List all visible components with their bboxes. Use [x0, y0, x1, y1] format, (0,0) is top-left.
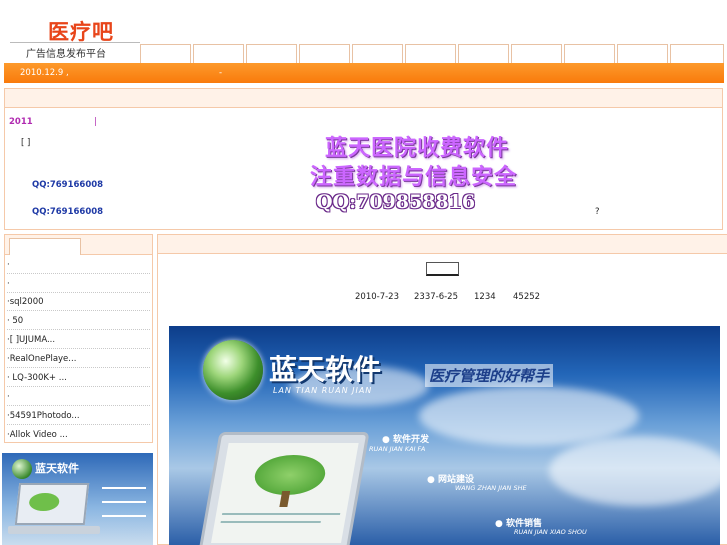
sidebar-tab[interactable] — [9, 238, 81, 255]
info-panel-header — [5, 89, 722, 108]
info-panel: 2011 | [ ] QQ:769166008 QQ:769166008 ? 蓝… — [4, 88, 723, 230]
service-website-pinyin: WANG ZHAN JIAN SHE — [455, 484, 527, 492]
info-question-mark: ? — [595, 207, 600, 217]
service-software-sales-pinyin: RUAN JIAN XIAO SHOU — [514, 528, 587, 536]
ad-headline[interactable]: 蓝天医院收费软件 — [325, 130, 509, 162]
laptop-screen — [14, 483, 90, 525]
info-year[interactable]: 2011 — [9, 117, 33, 127]
banner-brand: 蓝天软件 — [269, 353, 382, 386]
nav-tab-1[interactable] — [140, 44, 191, 63]
list-item[interactable]: · — [7, 255, 150, 274]
thumb-divider — [102, 515, 146, 517]
service-software-dev: ● 软件开发 — [382, 435, 429, 445]
info-bracket: [ ] — [21, 138, 31, 148]
nav-tab-5[interactable] — [352, 44, 403, 63]
nav-tab-10[interactable] — [617, 44, 668, 63]
cloud — [549, 436, 720, 506]
list-item[interactable]: · — [7, 387, 150, 406]
cloud — [419, 386, 639, 446]
nav-tab-6[interactable] — [405, 44, 456, 63]
stat-date-2: 2337-6-25 — [414, 292, 458, 302]
sidebar-header — [5, 235, 152, 255]
service-software-dev-pinyin: RUAN JIAN KAI FA — [369, 445, 426, 453]
globe-icon — [12, 459, 32, 479]
nav-tab-7[interactable] — [458, 44, 509, 63]
site-logo[interactable]: 医疗吧 广告信息发布平台 — [4, 16, 148, 60]
list-item[interactable]: ·sql2000 — [7, 292, 150, 311]
info-separator: | — [94, 117, 97, 127]
nav-tab-4[interactable] — [299, 44, 350, 63]
banner-pinyin: LAN TIAN RUAN JIAN — [273, 386, 373, 395]
ad-subheadline[interactable]: 注重数据与信息安全 — [310, 159, 517, 191]
nav-tab-8[interactable] — [511, 44, 562, 63]
list-item[interactable]: · — [7, 274, 150, 293]
stat-count-2: 45252 — [513, 292, 541, 302]
logo-divider — [10, 42, 140, 43]
main-banner[interactable]: 蓝天软件 LAN TIAN RUAN JIAN 医疗管理的好帮手 ● 软件开发 … — [169, 326, 720, 545]
stat-count-1: 1234 — [474, 292, 496, 302]
announcement-dash: - — [219, 68, 223, 78]
nav-tab-9[interactable] — [564, 44, 615, 63]
laptop-base — [8, 526, 100, 534]
stat-date-1: 2010-7-23 — [355, 292, 399, 302]
ad-qq-number[interactable]: QQ:709858816 — [316, 191, 475, 213]
announcement-bar: 2010.12.9 , - — [4, 63, 724, 83]
nav-tab-2[interactable] — [193, 44, 244, 63]
laptop-frame — [198, 432, 370, 545]
qq-contact-2[interactable]: QQ:769166008 — [32, 207, 103, 217]
nav-tab-3[interactable] — [246, 44, 297, 63]
nav-tab-11[interactable] — [670, 44, 724, 63]
logo-subtitle: 广告信息发布平台 — [26, 49, 106, 60]
main-tab[interactable] — [426, 262, 459, 276]
qq-contact-1[interactable]: QQ:769166008 — [32, 180, 103, 190]
thumb-divider — [102, 501, 146, 503]
banner-slogan: 医疗管理的好帮手 — [425, 364, 554, 387]
left-sidebar: · · ·sql2000 · 50 ·[ ]UJUMA... ·RealOneP… — [4, 234, 153, 443]
list-item[interactable]: · 50 — [7, 311, 150, 330]
list-item[interactable]: ·[ ]UJUMA... — [7, 330, 150, 349]
list-item[interactable]: ·RealOnePlaye... — [7, 349, 150, 368]
list-item[interactable]: ·54591Photodo... — [7, 406, 150, 425]
thumbnail-brand: 蓝天软件 — [35, 462, 79, 475]
thumbnail-ad[interactable]: 蓝天软件 — [2, 453, 153, 545]
list-item[interactable]: · LQ-300K+ ... — [7, 368, 150, 387]
main-panel-header — [158, 235, 727, 254]
announcement-date[interactable]: 2010.12.9 , — [20, 68, 69, 78]
thumb-divider — [102, 487, 146, 489]
list-item[interactable]: ·Allok Video ... — [7, 425, 150, 444]
globe-icon — [203, 340, 263, 400]
